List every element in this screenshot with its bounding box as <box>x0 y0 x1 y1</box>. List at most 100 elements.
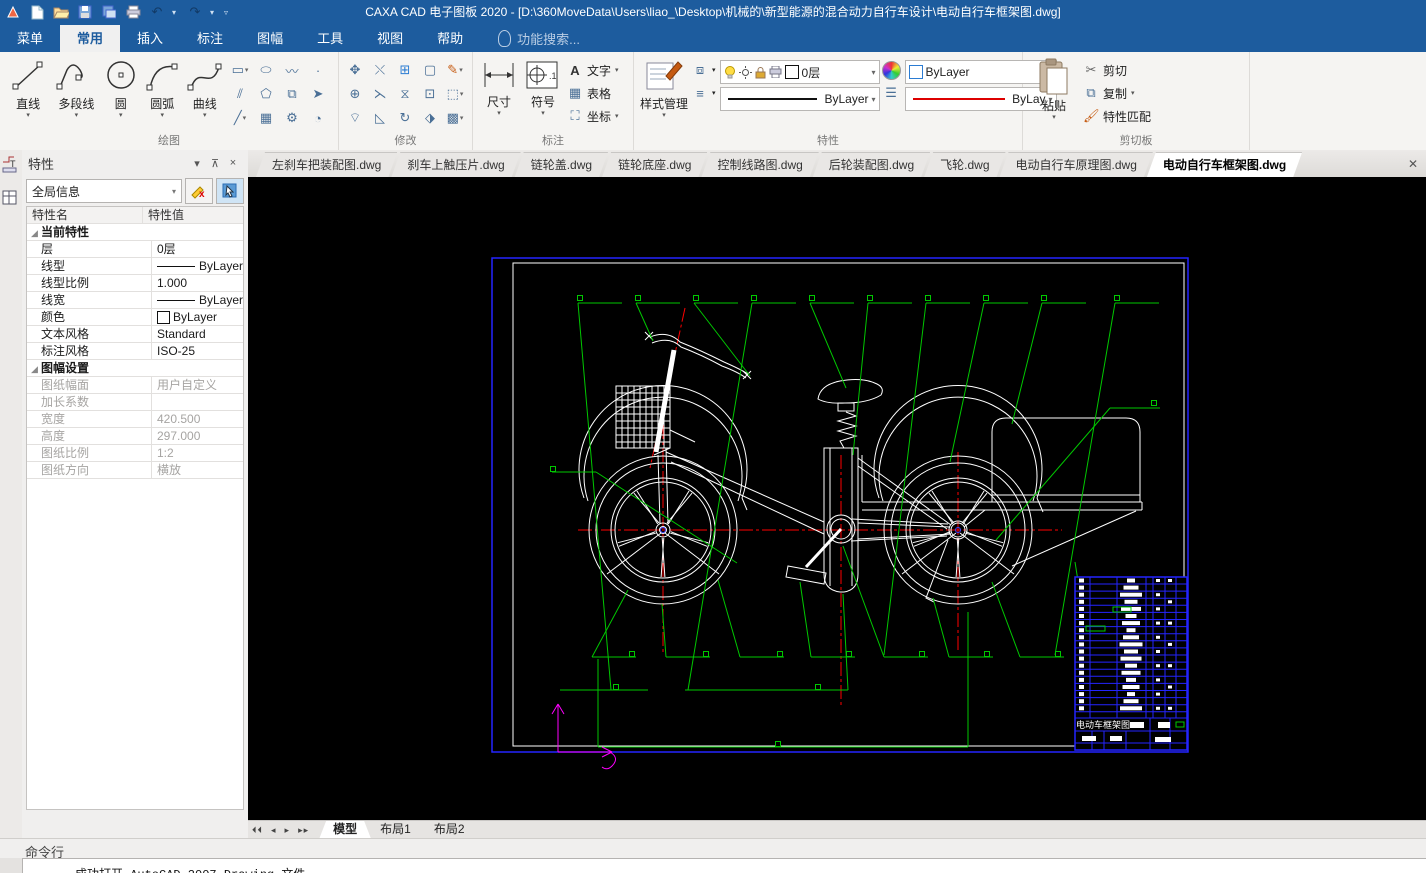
first-sheet-icon[interactable]: ⏴⏴ <box>248 825 267 836</box>
layer-combobox[interactable]: 0层 ▾ <box>719 60 880 84</box>
paste-button[interactable]: 粘贴 ▾ <box>1029 56 1079 130</box>
property-row[interactable]: 图纸比例 1:2 <box>27 445 243 462</box>
property-row[interactable]: 文本风格 Standard <box>27 326 243 343</box>
property-row[interactable]: 线型比例 1.000 <box>27 275 243 292</box>
property-row[interactable]: 宽度 420.500 <box>27 411 243 428</box>
clear-edit-button[interactable]: x <box>185 178 213 204</box>
scope-combobox[interactable]: 全局信息 ▾ <box>26 179 182 203</box>
panel-close-icon[interactable]: × <box>224 157 242 169</box>
function-search[interactable]: 功能搜索... <box>498 25 580 52</box>
linetype-combobox[interactable]: ByLayer ▾ <box>719 87 880 111</box>
property-row[interactable]: 线宽 ByLayer <box>27 292 243 309</box>
drawing-canvas[interactable]: 电动车框架图 <box>248 177 1426 820</box>
doc-tab-7[interactable]: 电动自行车原理图.dwg <box>1000 152 1153 177</box>
lineweight-settings-button[interactable]: ☰ <box>883 83 899 103</box>
doc-tab-1[interactable]: 刹车上触压片.dwg <box>391 152 520 177</box>
style-manager-button[interactable]: 样式管理 ▾ <box>640 56 688 130</box>
arc-tool-button[interactable]: 圆弧 ▾ <box>143 56 181 130</box>
property-row[interactable]: 颜色 ByLayer <box>27 309 243 326</box>
fillet-tool-icon[interactable]: ⌔ <box>343 106 367 130</box>
last-sheet-icon[interactable]: ▸▸ <box>294 825 313 836</box>
doc-tab-4[interactable]: 控制线路图.dwg <box>701 152 818 177</box>
mirror-tool-icon[interactable]: ⧖ <box>393 82 417 106</box>
axis-line-tool-icon[interactable]: ╱ ▾ <box>228 106 252 130</box>
dimension-button[interactable]: 尺寸 ▾ <box>479 56 519 130</box>
chamfer-tool-icon[interactable]: ◺ <box>368 106 392 130</box>
doc-tab-3[interactable]: 链轮底座.dwg <box>602 152 707 177</box>
arrow-tool-icon[interactable]: ➤ <box>306 82 330 106</box>
properties-panel-tab-icon[interactable]: T <box>1 154 19 174</box>
symbol-button[interactable]: .1 符号 ▾ <box>523 56 563 130</box>
offset-tool-icon[interactable]: ⊡ <box>418 82 442 106</box>
linetype-tools-button[interactable]: ≡ ▾ <box>692 83 715 103</box>
library-panel-tab-icon[interactable] <box>1 189 19 209</box>
gear-tool-icon[interactable]: ⚙ <box>280 106 304 130</box>
ellipse-tool-icon[interactable]: ⬭ <box>254 58 278 82</box>
property-group-header[interactable]: ◢ 当前特性 <box>27 224 243 241</box>
rotate-tool-icon[interactable]: ↻ <box>393 106 417 130</box>
coordinate-tool-button[interactable]: ⛶ 坐标 ▾ <box>567 106 618 126</box>
sheet-tab-2[interactable]: 布局2 <box>420 821 479 839</box>
scale-tool-icon[interactable]: ⬚ ▾ <box>443 82 467 106</box>
array-tool-icon[interactable]: ⊞ <box>393 58 417 82</box>
table-tool-button[interactable]: ▦ 表格 <box>567 83 619 103</box>
trim-tool-icon[interactable]: ⤬ <box>368 58 392 82</box>
command-input[interactable]: 成功打开 AutoCAD 2007 Drawing 文件 <box>22 858 1426 873</box>
property-row[interactable]: 线型 ByLayer <box>27 258 243 275</box>
property-group-header[interactable]: ◢ 图幅设置 <box>27 360 243 377</box>
menu-tab-4[interactable]: 图幅 <box>240 25 300 52</box>
menu-tab-1[interactable]: 常用 <box>60 25 121 52</box>
prev-sheet-icon[interactable]: ◂ <box>267 825 281 836</box>
property-row[interactable]: 图纸幅面 用户自定义 <box>27 377 243 394</box>
polyline-tool-button[interactable]: 多段线 ▾ <box>54 56 98 130</box>
match-properties-button[interactable]: 🖌 特性匹配 <box>1083 106 1151 126</box>
menu-tab-6[interactable]: 视图 <box>360 25 420 52</box>
text-tool-button[interactable]: A 文字 ▾ <box>567 60 618 80</box>
pick-object-button[interactable] <box>216 178 244 204</box>
circle-tool-button[interactable]: 圆 ▾ <box>103 56 140 130</box>
menu-tab-2[interactable]: 插入 <box>120 25 180 52</box>
spline-tool-icon[interactable]: 〰 <box>280 58 304 82</box>
cut-button[interactable]: ✂ 剪切 <box>1083 60 1151 80</box>
sheet-tab-0[interactable]: 模型 <box>319 821 371 839</box>
explode-tool-icon[interactable]: ⬗ <box>418 106 442 130</box>
move-tool-icon[interactable]: ✥ <box>343 58 367 82</box>
sheet-tab-1[interactable]: 布局1 <box>366 821 425 839</box>
menu-tab-5[interactable]: 工具 <box>300 25 360 52</box>
property-row[interactable]: 标注风格 ISO-25 <box>27 343 243 360</box>
edit-tool-icon[interactable]: ✎ ▾ <box>443 58 467 82</box>
stretch-tool-icon[interactable]: ▢ <box>418 58 442 82</box>
doc-tab-0[interactable]: 左刹车把装配图.dwg <box>256 152 397 177</box>
property-row[interactable]: 加长系数 <box>27 394 243 411</box>
rectangle-tool-icon[interactable]: ▭ ▾ <box>228 58 252 82</box>
block-tool-icon[interactable]: ⧉ <box>280 82 304 106</box>
menu-tab-0[interactable]: 菜单 <box>0 25 60 52</box>
doc-tab-5[interactable]: 后轮装配图.dwg <box>813 152 930 177</box>
color-picker-button[interactable] <box>881 60 901 80</box>
tab-close-icon[interactable]: ✕ <box>1408 157 1418 171</box>
property-row[interactable]: 图纸方向 横放 <box>27 462 243 479</box>
point-tool-icon[interactable]: · <box>306 58 330 82</box>
rotate-copy-tool-icon[interactable]: ⊕ <box>343 82 367 106</box>
menu-tab-7[interactable]: 帮助 <box>420 25 480 52</box>
doc-tab-8[interactable]: 电动自行车框架图.dwg <box>1147 152 1302 177</box>
property-row[interactable]: 高度 297.000 <box>27 428 243 445</box>
delete-tool-icon[interactable]: ▩ ▾ <box>443 106 467 130</box>
polygon-tool-icon[interactable]: ⬠ <box>254 82 278 106</box>
panel-dropdown-icon[interactable]: ▾ <box>188 157 206 170</box>
copy-button[interactable]: ⧉ 复制 ▾ <box>1083 83 1151 103</box>
command-bar[interactable]: 命令行 <box>0 838 1426 860</box>
parallel-tool-icon[interactable]: ⫽ <box>228 82 252 106</box>
doc-tab-6[interactable]: 飞轮.dwg <box>924 152 1005 177</box>
hatch-tool-icon[interactable]: ▦ <box>254 106 278 130</box>
menu-tab-3[interactable]: 标注 <box>180 25 240 52</box>
pie-tool-icon[interactable]: ◔ <box>306 106 330 130</box>
curve-tool-button[interactable]: 曲线 ▾ <box>186 56 224 130</box>
panel-pin-icon[interactable]: ⊼ <box>206 157 224 170</box>
extend-tool-icon[interactable]: ⋋ <box>368 82 392 106</box>
next-sheet-icon[interactable]: ▸ <box>281 825 295 836</box>
property-row[interactable]: 层 0层 <box>27 241 243 258</box>
layer-tools-button[interactable]: ⧈ ▾ <box>692 60 716 80</box>
line-tool-button[interactable]: 直线 ▾ <box>6 56 50 130</box>
doc-tab-2[interactable]: 链轮盖.dwg <box>515 152 608 177</box>
